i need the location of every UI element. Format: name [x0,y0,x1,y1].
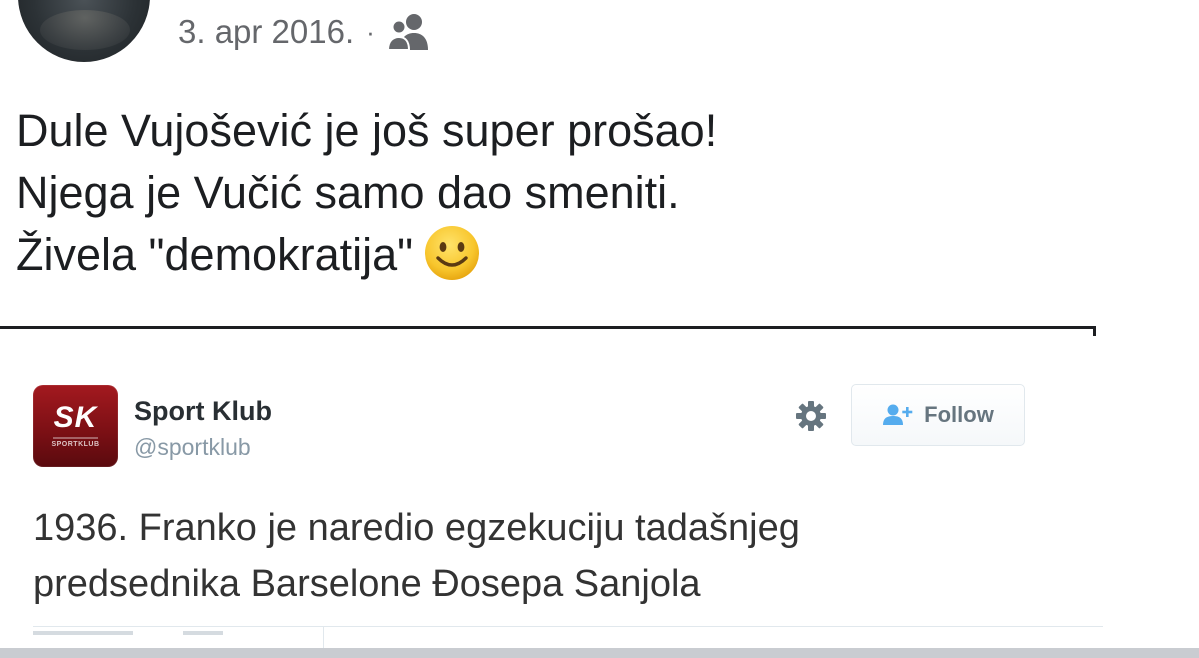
post-date[interactable]: 3. apr 2016. [178,13,354,51]
footer-faded-text [33,631,133,635]
slightly-smiling-face-icon [425,226,480,280]
sportklub-logo[interactable]: SK SPORTKLUB [33,385,118,467]
gear-icon[interactable] [795,400,827,432]
friends-icon[interactable] [386,12,431,52]
logo-main-text: SK [53,401,98,434]
tweet-text-line: 1936. Franko je naredio egzekuciju tadaš… [33,507,800,549]
post-text-line: Dule Vujošević je još super prošao! [16,105,718,156]
tweet-text-line: predsednika Barselone Đosepa Sanjola [33,563,701,605]
add-user-icon [883,404,913,425]
post-text-line: Njega je Vučić samo dao smeniti. [16,167,680,218]
screenshot-root: 3. apr 2016. · Dule Vujošević je još sup… [0,0,1199,658]
logo-divider [53,437,98,439]
post-text: Dule Vujošević je još super prošao! Njeg… [16,100,717,286]
account-handle[interactable]: @sportklub [134,434,251,461]
meta-separator: · [366,16,375,47]
footer-faded-text [183,631,223,635]
follow-label: Follow [924,402,994,427]
logo-sub-text: SPORTKLUB [51,441,100,448]
post-text-line-content: Živela "demokratija" [16,229,414,280]
bottom-edge [0,648,1199,658]
tweet-text: 1936. Franko je naredio egzekuciju tadaš… [33,500,800,612]
account-name[interactable]: Sport Klub [134,396,272,427]
post-divider [0,326,1096,338]
post-text-line-last: Živela "demokratija" [16,224,717,286]
post-meta: 3. apr 2016. · [178,10,431,54]
follow-button[interactable]: Follow [851,384,1025,446]
avatar[interactable] [18,0,150,62]
